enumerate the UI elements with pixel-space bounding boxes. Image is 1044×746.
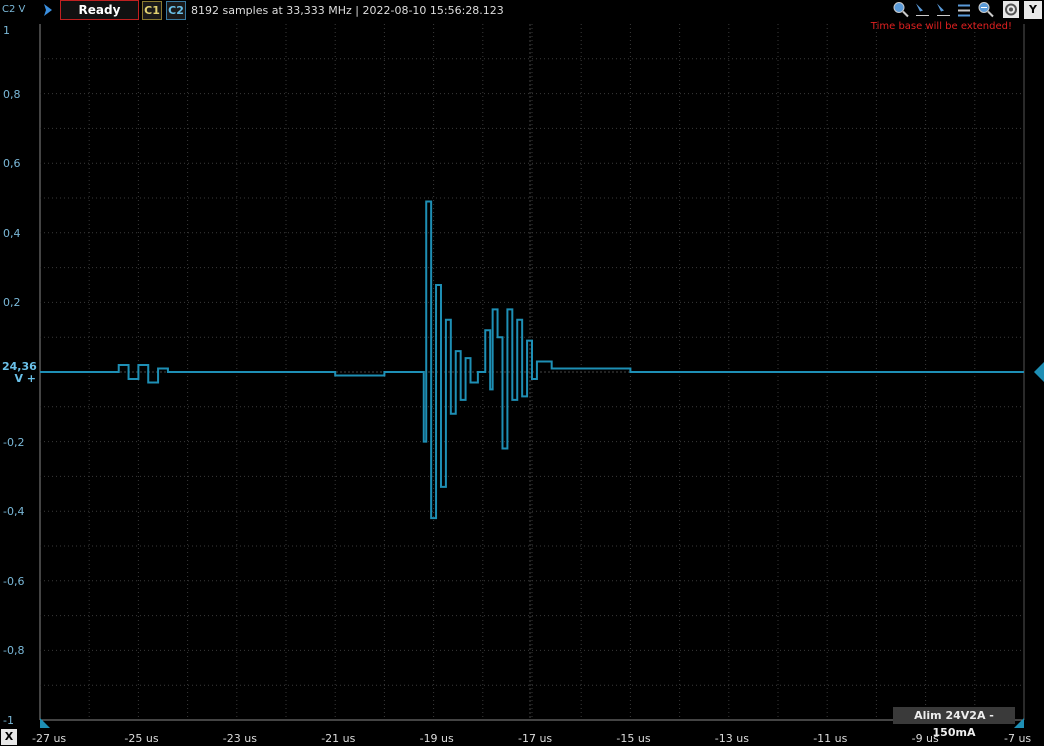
y-tick-label: -0,2 bbox=[3, 435, 25, 449]
oscilloscope-plot[interactable] bbox=[0, 0, 1044, 746]
y-tick-label: 0,2 bbox=[3, 296, 21, 310]
x-tick-label: -15 us bbox=[616, 732, 651, 745]
x-tick-label: -27 us bbox=[32, 732, 67, 745]
y-tick-label: -0,8 bbox=[3, 644, 25, 658]
x-axis-toggle[interactable]: X bbox=[1, 729, 17, 745]
channel2-button[interactable]: C2 bbox=[166, 1, 186, 20]
y-tick-label: -1 bbox=[3, 714, 14, 727]
y-tick-label: 0,6 bbox=[3, 157, 21, 171]
x-tick-label: -13 us bbox=[714, 732, 749, 745]
x-tick-label: -11 us bbox=[813, 732, 848, 745]
acquisition-info: 8192 samples at 33,333 MHz | 2022-08-10 … bbox=[191, 4, 504, 17]
settings-icon[interactable] bbox=[1003, 1, 1019, 18]
toolbar: C2 V Ready C1 C2 8192 samples at 33,333 … bbox=[0, 0, 1044, 21]
channel-offset-marker bbox=[1034, 362, 1044, 382]
cursor-tool-icon[interactable] bbox=[914, 1, 930, 18]
x-tick-label: -25 us bbox=[124, 732, 159, 745]
x-tick-label: -23 us bbox=[222, 732, 257, 745]
channel-axis-label: C2 V bbox=[2, 4, 26, 15]
y-axis-toggle[interactable]: Y bbox=[1024, 1, 1042, 19]
offset-unit: V + bbox=[14, 372, 36, 385]
cursor-tool-icon[interactable] bbox=[935, 1, 951, 18]
zoom-in-icon[interactable] bbox=[893, 1, 909, 18]
x-tick-label: -17 us bbox=[518, 732, 553, 745]
channel1-button[interactable]: C1 bbox=[142, 1, 162, 20]
status-button[interactable]: Ready bbox=[60, 0, 139, 20]
time-base-warning: Time base will be extended! bbox=[870, 21, 1012, 32]
cursor-tool-icon[interactable] bbox=[956, 1, 972, 18]
probe-label: Alim 24V2A - 150mA bbox=[893, 707, 1015, 739]
y-tick-label: -0,6 bbox=[3, 574, 25, 588]
y-tick-label: 1 bbox=[3, 24, 10, 37]
zoom-out-icon[interactable] bbox=[978, 1, 994, 18]
play-icon[interactable] bbox=[42, 3, 54, 17]
channel-offset-label: 24,36 V + bbox=[2, 361, 37, 385]
x-tick-label: -7 us bbox=[1004, 732, 1032, 745]
x-tick-label: -21 us bbox=[321, 732, 356, 745]
y-tick-label: -0,4 bbox=[3, 505, 25, 519]
x-tick-label: -19 us bbox=[419, 732, 454, 745]
y-tick-label: 0,8 bbox=[3, 87, 21, 101]
y-tick-label: 0,4 bbox=[3, 226, 21, 240]
